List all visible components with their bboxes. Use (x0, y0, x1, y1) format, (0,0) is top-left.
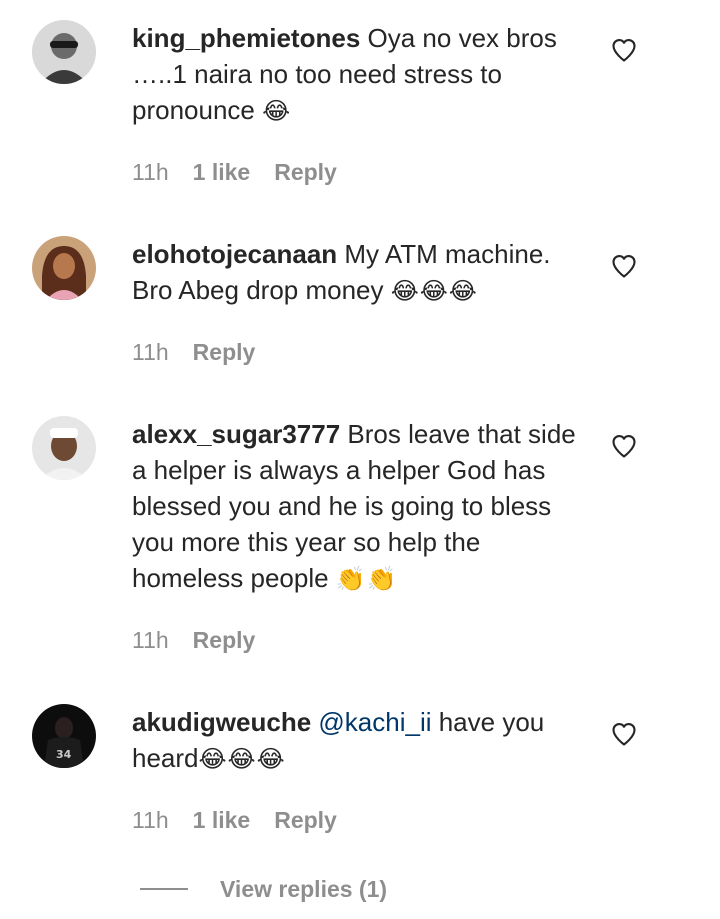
avatar[interactable] (32, 236, 96, 300)
comment-emoji: 👏👏 (335, 566, 398, 593)
comment-username[interactable]: king_phemietones (132, 23, 360, 53)
comment-time: 11h (132, 158, 169, 185)
heart-icon[interactable] (610, 36, 638, 64)
heart-icon[interactable] (610, 252, 638, 280)
comment-username[interactable]: elohotojecanaan (132, 239, 337, 269)
reply-button[interactable]: Reply (274, 807, 337, 834)
comment-time: 11h (132, 338, 169, 365)
comment-body: akudigweuche @kachi_ii have you heard😂😂😂 (132, 704, 592, 778)
comment-likes[interactable]: 1 like (193, 807, 251, 834)
comment-emoji: 😂😂😂 (390, 278, 478, 305)
mention-link[interactable]: @kachi_ii (318, 707, 431, 737)
comment-username[interactable]: alexx_sugar3777 (132, 419, 340, 449)
svg-text:34: 34 (56, 748, 72, 761)
heart-icon[interactable] (610, 432, 638, 460)
avatar[interactable] (32, 416, 96, 480)
comment-meta: 11h Reply (132, 625, 255, 655)
comment-username[interactable]: akudigweuche (132, 707, 311, 737)
divider-line (140, 888, 188, 890)
comment-time: 11h (132, 806, 169, 833)
comment-meta: 11h 1 like Reply (132, 805, 337, 835)
comment-body: alexx_sugar3777 Bros leave that side a h… (132, 416, 592, 598)
view-replies-label[interactable]: View replies (1) (220, 876, 387, 903)
heart-icon[interactable] (610, 720, 638, 748)
comment-time: 11h (132, 626, 169, 653)
comment-body: elohotojecanaan My ATM machine. Bro Abeg… (132, 236, 592, 310)
reply-button[interactable]: Reply (274, 159, 337, 186)
comment-emoji: 😂😂😂 (198, 746, 286, 773)
avatar[interactable] (32, 20, 96, 84)
comment-likes[interactable]: 1 like (193, 159, 251, 186)
comment-emoji: 😂 (262, 98, 292, 125)
reply-button[interactable]: Reply (193, 627, 256, 654)
comment-meta: 11h 1 like Reply (132, 157, 337, 187)
view-replies-button[interactable]: View replies (1) (140, 874, 387, 904)
comment-body: king_phemietones Oya no vex bros …..1 na… (132, 20, 592, 130)
comment-meta: 11h Reply (132, 337, 255, 367)
avatar[interactable]: 34 (32, 704, 96, 768)
reply-button[interactable]: Reply (193, 339, 256, 366)
